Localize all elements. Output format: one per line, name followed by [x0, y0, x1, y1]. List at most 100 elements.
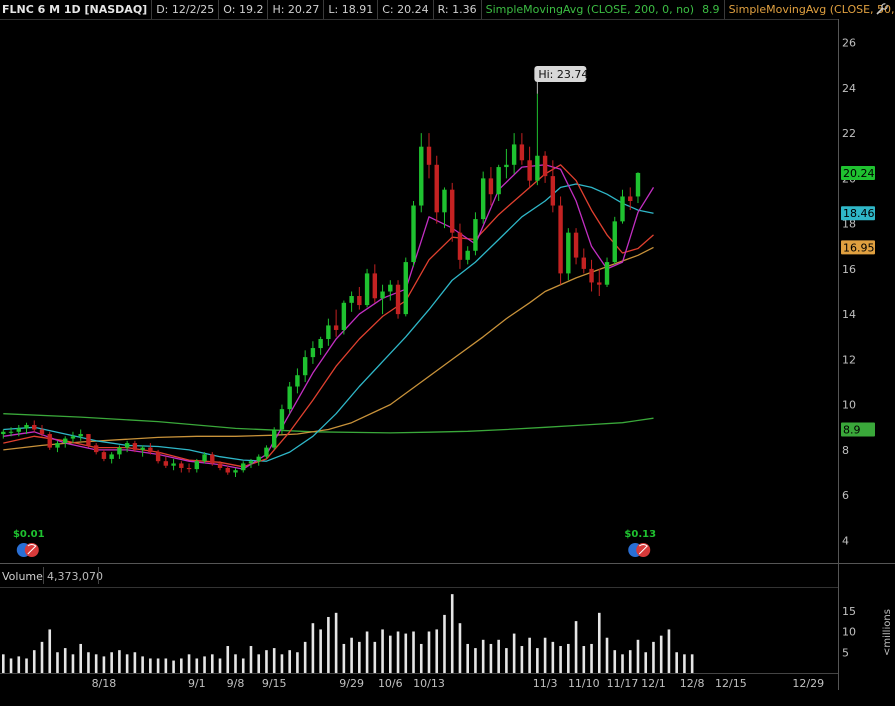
candle-body [86, 434, 91, 446]
candle-body [480, 178, 486, 220]
candle-body [272, 429, 277, 448]
candle-body [24, 424, 29, 429]
candle-body [302, 357, 308, 376]
volume-bar [110, 652, 113, 673]
candle-body [341, 302, 347, 330]
volume-bar [605, 637, 609, 673]
volume-bar [149, 658, 152, 673]
volume-bar [683, 654, 686, 673]
candle-body [233, 470, 238, 473]
volume-bar [218, 658, 222, 673]
volume-bar [210, 654, 214, 673]
volume-bar [272, 648, 276, 673]
price-chart[interactable]: 468101214161820222426 51015<millions 8/1… [0, 0, 895, 706]
price-tags: 20.24 18.46 16.95 8.9 [841, 165, 875, 437]
candle-body [589, 268, 594, 283]
candle-body [217, 463, 223, 468]
candle-body [194, 461, 199, 470]
candle-body [473, 219, 478, 251]
candle-body [179, 463, 184, 468]
volume-bar [466, 643, 469, 673]
volume-bar [543, 637, 547, 673]
candle-body [496, 167, 501, 195]
candle-body [395, 284, 401, 315]
candle-body [16, 428, 21, 432]
candle-body [372, 273, 378, 299]
volume-bar [141, 656, 144, 673]
volume-bar [17, 656, 21, 673]
volume-tick-label: 15 [842, 605, 856, 618]
candle-body [124, 443, 130, 448]
candle-body [148, 447, 153, 453]
volume-bar [226, 646, 230, 673]
volume-bar [342, 643, 346, 673]
date-tick-label: 9/8 [227, 677, 245, 690]
candle-body [318, 339, 323, 349]
candle-body [388, 284, 393, 292]
volume-bar [296, 652, 299, 673]
volume-bar [667, 629, 671, 673]
volume-bar [675, 652, 678, 673]
candle-body [364, 273, 370, 306]
volume-bar [597, 612, 601, 673]
candle-body [550, 176, 556, 206]
candle-body [1, 431, 6, 435]
candle-body [140, 447, 145, 450]
candle-body [326, 325, 331, 340]
volume-bar [1, 654, 5, 673]
candle-body [628, 196, 633, 201]
volume-bar [636, 639, 640, 673]
volume-bar [358, 641, 361, 673]
volume-bar [481, 639, 485, 673]
volume-bar [644, 652, 648, 673]
candle-body [310, 348, 316, 358]
volume-bar [288, 650, 291, 673]
price-tick-label: 24 [842, 82, 856, 95]
volume-bar [334, 612, 338, 673]
volume-bar [458, 623, 462, 673]
volume-bar [505, 648, 508, 673]
candle-body [450, 189, 455, 233]
candle-body [442, 189, 447, 213]
price-axis[interactable]: 468101214161820222426 [842, 37, 856, 548]
volume-bar [412, 631, 415, 673]
date-tick-label: 9/15 [262, 677, 287, 690]
candle-body [8, 431, 14, 433]
candle-body [32, 424, 37, 430]
volume-bar [311, 623, 315, 673]
volume-bar [396, 631, 400, 673]
candle-body [117, 447, 122, 455]
volume-bar [621, 654, 624, 673]
moving-average-lines [3, 164, 655, 470]
volume-bar [56, 652, 59, 673]
candle-body [39, 429, 45, 435]
volume-bar [40, 641, 44, 673]
date-axis[interactable]: 8/18 9/1 9/8 9/15 9/29 10/6 10/13 11/3 11/10 11/1… [92, 677, 825, 690]
candle-body [287, 386, 292, 410]
volume-bar [350, 637, 353, 673]
date-tick-label: 10/6 [378, 677, 403, 690]
volume-bar [32, 650, 36, 673]
sma50-line [3, 246, 654, 451]
volume-axis: 5 10 15 <millions [842, 605, 893, 660]
price-tick-label: 16 [842, 263, 856, 276]
candle-body [612, 221, 617, 263]
candle-body [70, 436, 76, 439]
volume-bar [567, 643, 570, 673]
price-tag-label: 16.95 [843, 241, 875, 254]
candle-body [109, 454, 114, 459]
volume-bar [474, 648, 477, 673]
candle-body [248, 461, 254, 464]
volume-tick-label: 5 [842, 646, 849, 659]
volume-bar [125, 654, 129, 673]
candle-body [403, 262, 408, 315]
volume-bar [404, 633, 408, 673]
candle-body [295, 375, 300, 387]
volume-bar [280, 654, 284, 673]
price-tick-label: 12 [842, 353, 856, 366]
volume-bar [559, 646, 562, 673]
volume-bar [528, 637, 531, 673]
candle-body [132, 443, 138, 450]
volume-bar [659, 635, 663, 673]
price-tick-label: 6 [842, 489, 849, 502]
